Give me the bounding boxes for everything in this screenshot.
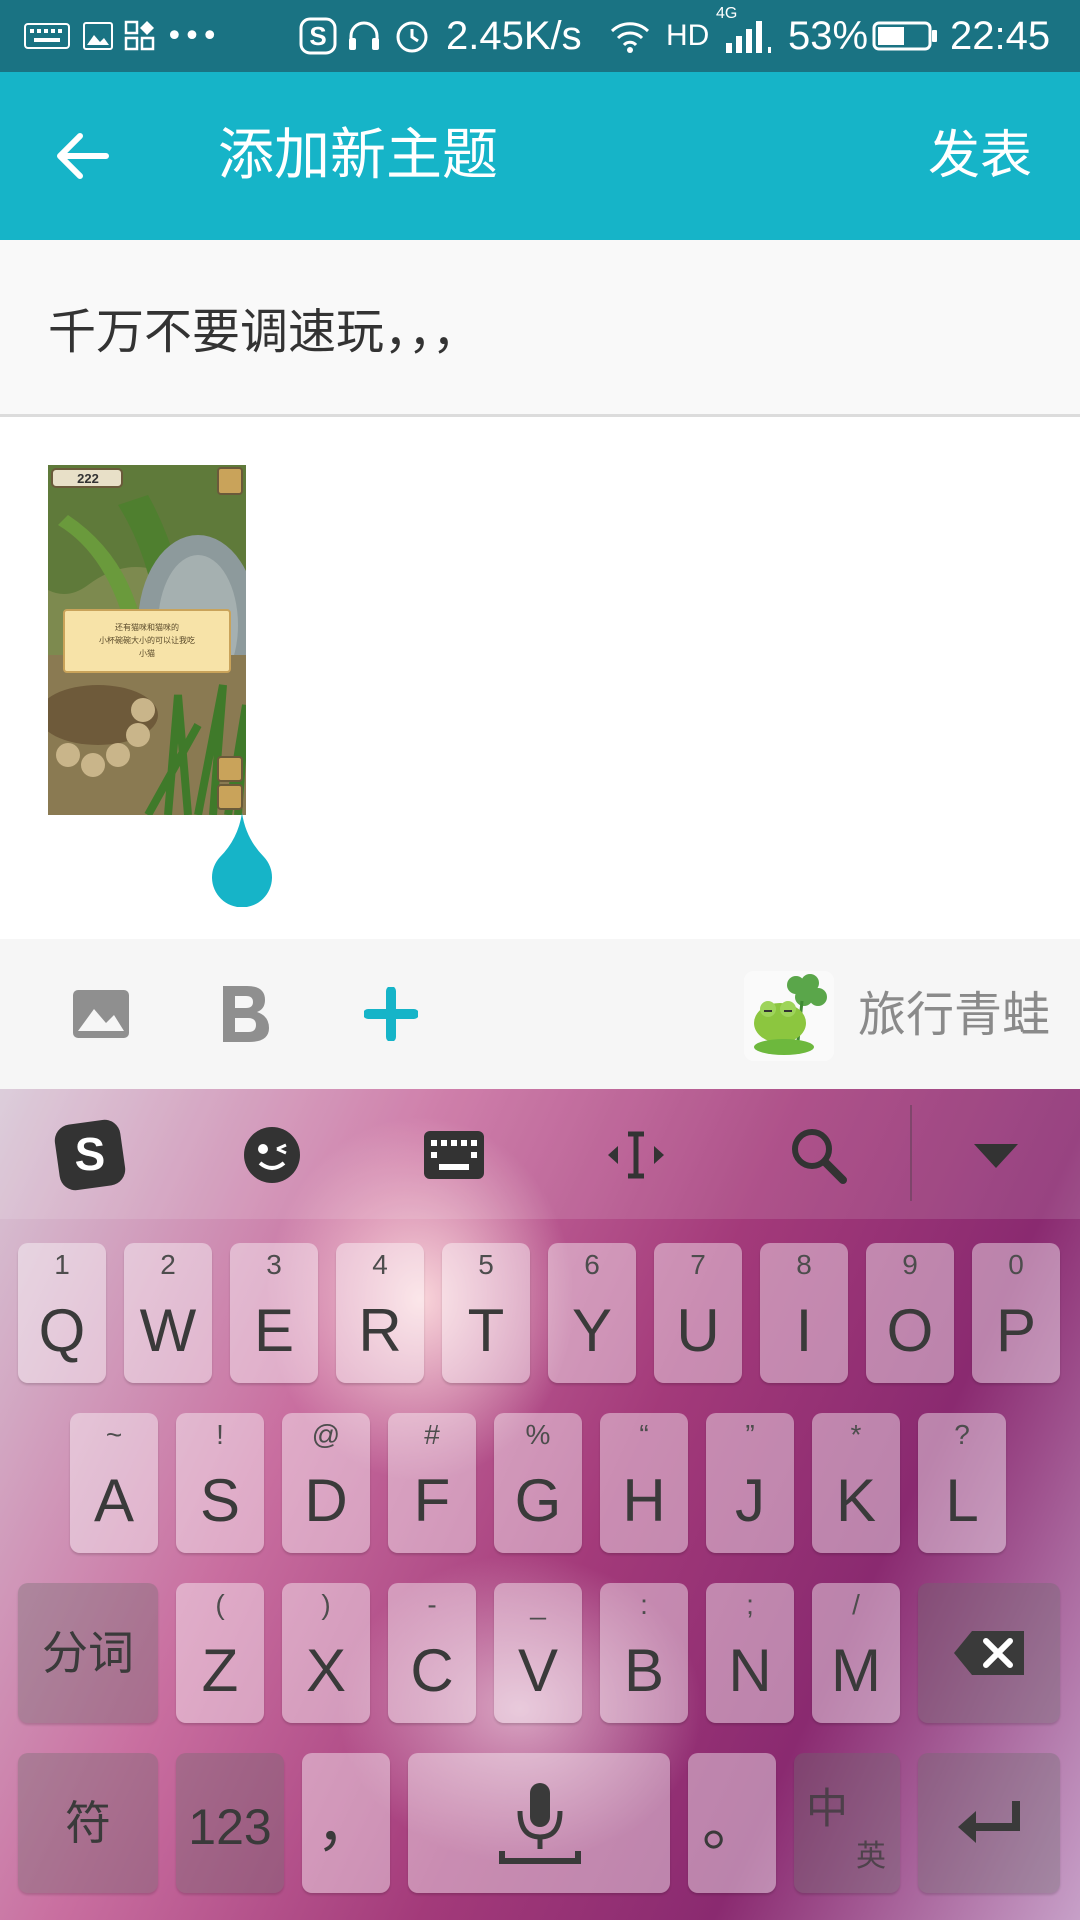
key-d[interactable]: @ D: [282, 1413, 370, 1553]
add-button[interactable]: [356, 979, 426, 1049]
app-bar: 添加新主题 发表: [0, 72, 1080, 240]
key-c[interactable]: -C: [388, 1583, 476, 1723]
soft-keyboard: S 1Q 2W 3E 4R 5T 6Y 7U 8I 9O 0P ~ A ! S @ D…: [0, 1089, 1080, 1920]
network-speed: 2.45K/s: [446, 14, 582, 58]
keyboard-toolbar: S: [0, 1089, 1080, 1219]
game-screenshot-image: 222 还有猫咪和猫咪的 小杯碗碗大小的可以让我吃 小猫: [48, 465, 246, 815]
key-y[interactable]: 6Y: [548, 1243, 636, 1383]
board-avatar[interactable]: [744, 971, 834, 1061]
key-u[interactable]: 7U: [654, 1243, 742, 1383]
number-key[interactable]: 123: [176, 1753, 284, 1893]
key-z[interactable]: (Z: [176, 1583, 264, 1723]
clock: 22:45: [950, 14, 1051, 58]
more-icon: •••: [165, 18, 219, 54]
board-name[interactable]: 旅行青蛙: [858, 985, 1050, 1045]
space-key[interactable]: [408, 1753, 670, 1893]
key-o[interactable]: 9O: [866, 1243, 954, 1383]
page-title: 添加新主题: [218, 123, 498, 188]
search-button[interactable]: [780, 1119, 856, 1191]
search-icon: [792, 1129, 847, 1184]
backspace-key[interactable]: [918, 1583, 1060, 1723]
microphone-icon: [499, 1783, 581, 1864]
key-p[interactable]: 0P: [972, 1243, 1060, 1383]
key-w[interactable]: 2W: [124, 1243, 212, 1383]
image-icon: [73, 990, 129, 1038]
svg-text:S: S: [309, 21, 326, 51]
symbol-key[interactable]: 符: [18, 1753, 158, 1893]
image-icon: [76, 14, 120, 58]
arrow-left-icon: [57, 133, 109, 179]
publish-button[interactable]: 发表: [928, 124, 1032, 188]
key-v[interactable]: _ V: [494, 1583, 582, 1723]
period-key[interactable]: 。: [688, 1753, 776, 1893]
dialog-line-1: 还有猫咪和猫咪的: [115, 622, 179, 632]
network-type: HD: [666, 19, 710, 52]
key-a[interactable]: ~ A: [70, 1413, 158, 1553]
sogou-icon: S: [298, 14, 338, 58]
toolbar-divider: [910, 1105, 912, 1201]
key-h[interactable]: “H: [600, 1413, 688, 1553]
key-q[interactable]: 1Q: [18, 1243, 106, 1383]
collapse-icon: [974, 1144, 1018, 1168]
battery-icon: [870, 14, 940, 58]
bold-button[interactable]: [210, 979, 280, 1049]
post-content-area[interactable]: 222 还有猫咪和猫咪的 小杯碗碗大小的可以让我吃 小猫: [0, 417, 1080, 939]
comma-key[interactable]: ，: [302, 1753, 390, 1893]
key-m[interactable]: / M: [812, 1583, 900, 1723]
back-button[interactable]: [50, 124, 114, 188]
emoji-icon: [244, 1127, 300, 1183]
collapse-keyboard-button[interactable]: [958, 1119, 1034, 1191]
language-switch-key[interactable]: 中 英: [794, 1753, 900, 1893]
key-s[interactable]: ! S: [176, 1413, 264, 1553]
wifi-icon: [606, 14, 654, 58]
key-j[interactable]: ” J: [706, 1413, 794, 1553]
dialog-line-3: 小猫: [139, 648, 155, 658]
title-field[interactable]: 千万不要调速玩，，，: [0, 240, 1080, 417]
editor-toolbar: 旅行青蛙: [0, 939, 1080, 1089]
plus-icon: [364, 987, 418, 1041]
cursor-move-button[interactable]: [598, 1119, 674, 1191]
key-g[interactable]: % G: [494, 1413, 582, 1553]
bold-icon: [223, 986, 269, 1042]
cursor-icon: [608, 1131, 664, 1179]
emoji-button[interactable]: [234, 1119, 310, 1191]
sogou-logo-icon: S: [54, 1119, 126, 1191]
backspace-icon: [954, 1631, 1024, 1675]
clover-counter: 222: [77, 471, 99, 486]
key-k[interactable]: * K: [812, 1413, 900, 1553]
alarm-icon: [392, 14, 432, 58]
keyboard-switch-button[interactable]: [416, 1119, 492, 1191]
keyboard-icon: [22, 14, 72, 58]
sogou-logo-button[interactable]: S: [52, 1119, 128, 1191]
svg-text:S: S: [75, 1128, 106, 1180]
key-t[interactable]: 5T: [442, 1243, 530, 1383]
key-r[interactable]: 4R: [336, 1243, 424, 1383]
key-f[interactable]: # F: [388, 1413, 476, 1553]
enter-key[interactable]: [918, 1753, 1060, 1893]
key-l[interactable]: ? L: [918, 1413, 1006, 1553]
key-n[interactable]: ; N: [706, 1583, 794, 1723]
title-input-value: 千万不要调速玩，，，: [48, 304, 481, 360]
key-e[interactable]: 3E: [230, 1243, 318, 1383]
key-i[interactable]: 8I: [760, 1243, 848, 1383]
headset-icon: [344, 14, 384, 58]
segment-key[interactable]: 分词: [18, 1583, 158, 1723]
keyboard-icon: [424, 1131, 484, 1179]
enter-icon: [958, 1801, 1020, 1843]
dialog-line-2: 小杯碗碗大小的可以让我吃: [99, 635, 195, 645]
cursor-handle[interactable]: [212, 813, 272, 908]
key-x[interactable]: ) X: [282, 1583, 370, 1723]
battery-percent: 53%: [788, 14, 869, 58]
apps-icon: [120, 14, 160, 58]
attached-image[interactable]: 222 还有猫咪和猫咪的 小杯碗碗大小的可以让我吃 小猫: [48, 465, 246, 815]
key-b[interactable]: :B: [600, 1583, 688, 1723]
status-bar: ••• S 2.45K/s HD 4G 53% 22:45: [0, 0, 1080, 72]
signal-icon: [722, 14, 778, 58]
insert-image-button[interactable]: [66, 979, 136, 1049]
